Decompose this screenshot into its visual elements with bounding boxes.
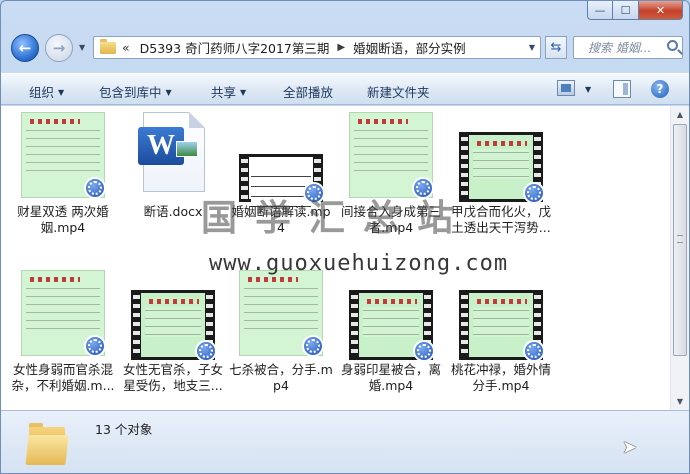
caption-buttons: — ☐ ✕ xyxy=(587,1,683,20)
thumbnail-heading xyxy=(477,141,527,146)
media-player-icon xyxy=(84,177,106,199)
close-button[interactable]: ✕ xyxy=(639,1,683,20)
help-icon[interactable]: ? xyxy=(651,80,669,98)
file-name: 桃花冲禄，婚外情分手.mp4 xyxy=(450,362,551,393)
film-strip-holes xyxy=(461,292,468,358)
change-view-icon[interactable] xyxy=(557,80,575,96)
share-menu[interactable]: 共享 ▼ xyxy=(211,82,246,101)
file-list: 财星双透 两次婚姻.mp4 W 断语.docx 婚姻断语解读.mp4 间接合入身… xyxy=(1,106,670,410)
address-dropdown-icon[interactable]: ▼ xyxy=(529,43,535,52)
minimize-button[interactable]: — xyxy=(587,1,613,20)
scroll-up-icon[interactable]: ▲ xyxy=(671,106,689,123)
file-item[interactable]: 女性身弱而官杀混杂，不利婚姻.m... xyxy=(11,266,115,406)
item-count: 13 个对象 xyxy=(95,422,153,437)
share-label: 共享 xyxy=(211,85,237,100)
preview-pane-icon[interactable] xyxy=(613,80,631,98)
organize-label: 组织 xyxy=(29,85,55,100)
explorer-window: — ☐ ✕ ← → ▼ « D5393 奇门药师八字2017第三期 ▶ 婚姻断语… xyxy=(0,0,690,474)
breadcrumb-separator[interactable]: ▶ xyxy=(337,42,345,53)
thumbnail-text xyxy=(354,127,428,177)
organize-menu[interactable]: 组织 ▼ xyxy=(29,82,64,101)
video-thumbnail xyxy=(459,290,545,362)
video-thumbnail xyxy=(21,270,106,357)
search-icon xyxy=(667,40,678,51)
thumbnail-heading xyxy=(477,299,527,304)
media-player-icon xyxy=(413,340,435,362)
thumbnail-text xyxy=(145,307,201,337)
vertical-scrollbar[interactable]: ▲ ▼ xyxy=(670,106,689,410)
details-pane: 13 个对象 xyxy=(1,410,689,473)
thumbnail-text xyxy=(363,307,419,337)
file-name: 七杀被合，分手.mp4 xyxy=(229,362,333,393)
file-item[interactable]: 桃花冲禄，婚外情分手.mp4 xyxy=(449,266,553,406)
video-thumbnail xyxy=(21,112,106,199)
recent-pages-dropdown-icon[interactable]: ▼ xyxy=(79,43,85,52)
video-thumbnail xyxy=(349,290,435,362)
thumbnail-heading xyxy=(149,299,199,304)
film-strip-holes xyxy=(351,292,358,358)
refresh-icon[interactable]: ⇆ xyxy=(545,36,567,59)
file-name: 女性身弱而官杀混杂，不利婚姻.m... xyxy=(11,362,115,393)
command-bar: 组织 ▼ 包含到库中 ▼ 共享 ▼ 全部播放 新建文件夹 ▼ ? xyxy=(1,73,689,105)
include-library-label: 包含到库中 xyxy=(99,85,162,100)
word-document-icon: W xyxy=(138,112,205,192)
media-player-icon xyxy=(302,335,324,357)
file-item[interactable]: 身弱印星被合，离婚.mp4 xyxy=(339,266,443,406)
media-player-icon xyxy=(195,340,217,362)
scroll-down-icon[interactable]: ▼ xyxy=(671,393,689,410)
file-name: 女性无官杀，子女星受伤，地支三... xyxy=(122,362,223,393)
thumbnail-text xyxy=(473,149,529,179)
address-bar[interactable]: « D5393 奇门药师八字2017第三期 ▶ 婚姻断语，部分实例 ▼ xyxy=(93,36,541,59)
new-folder-button[interactable]: 新建文件夹 xyxy=(367,82,430,101)
thumbnail-heading xyxy=(30,119,80,124)
search-input[interactable]: 搜索 婚姻... xyxy=(573,36,683,59)
media-player-icon xyxy=(523,340,545,362)
include-library-menu[interactable]: 包含到库中 ▼ xyxy=(99,82,172,101)
video-thumbnail xyxy=(239,270,324,357)
thumbnail-heading xyxy=(358,119,408,124)
thumbnail-text xyxy=(26,127,100,177)
watermark-url: www.guoxuehuizong.com xyxy=(209,251,509,276)
chevron-down-icon: ▼ xyxy=(240,88,247,97)
video-thumbnail xyxy=(459,132,545,204)
breadcrumb-item-current[interactable]: 婚姻断语，部分实例 xyxy=(353,38,466,57)
thumbnail-heading xyxy=(30,277,80,282)
forward-arrow-icon[interactable]: → xyxy=(45,34,73,62)
breadcrumb-item-parent[interactable]: D5393 奇门药师八字2017第三期 xyxy=(140,38,330,57)
mouse-cursor-icon: ➤ xyxy=(622,437,638,458)
thumbnail-text xyxy=(244,285,318,335)
page-fold xyxy=(189,112,205,128)
thumbnail-heading xyxy=(367,299,417,304)
file-name: 财星双透 两次婚姻.mp4 xyxy=(17,204,109,235)
thumbnail-text xyxy=(26,285,100,335)
file-item[interactable]: 女性无官杀，子女星受伤，地支三... xyxy=(121,266,225,406)
watermark-title: 国学汇总站 xyxy=(201,198,472,239)
media-player-icon xyxy=(84,335,106,357)
search-placeholder: 搜索 婚姻... xyxy=(588,41,652,55)
file-name: 身弱印星被合，离婚.mp4 xyxy=(340,362,441,393)
view-dropdown-icon[interactable]: ▼ xyxy=(585,85,591,94)
chevron-down-icon: ▼ xyxy=(165,88,172,97)
video-thumbnail xyxy=(349,112,434,199)
back-arrow-icon[interactable]: ← xyxy=(11,34,39,62)
film-strip-holes xyxy=(133,292,140,358)
folder-icon xyxy=(100,38,116,54)
maximize-button[interactable]: ☐ xyxy=(613,1,639,20)
video-thumbnail xyxy=(131,290,217,362)
document-picture-icon xyxy=(176,141,198,157)
scroll-thumb[interactable] xyxy=(673,124,687,356)
file-item[interactable]: 财星双透 两次婚姻.mp4 xyxy=(11,108,115,248)
play-all-button[interactable]: 全部播放 xyxy=(283,82,333,101)
file-item[interactable]: 七杀被合，分手.mp4 xyxy=(229,266,333,406)
thumbnail-heading xyxy=(248,277,298,282)
breadcrumb-overflow[interactable]: « xyxy=(122,40,130,55)
navigation-bar: ← → ▼ « D5393 奇门药师八字2017第三期 ▶ 婚姻断语，部分实例 … xyxy=(1,31,689,65)
media-player-icon xyxy=(523,182,545,204)
folder-icon xyxy=(25,421,69,465)
thumbnail-text xyxy=(473,307,529,337)
chevron-down-icon: ▼ xyxy=(58,88,65,97)
